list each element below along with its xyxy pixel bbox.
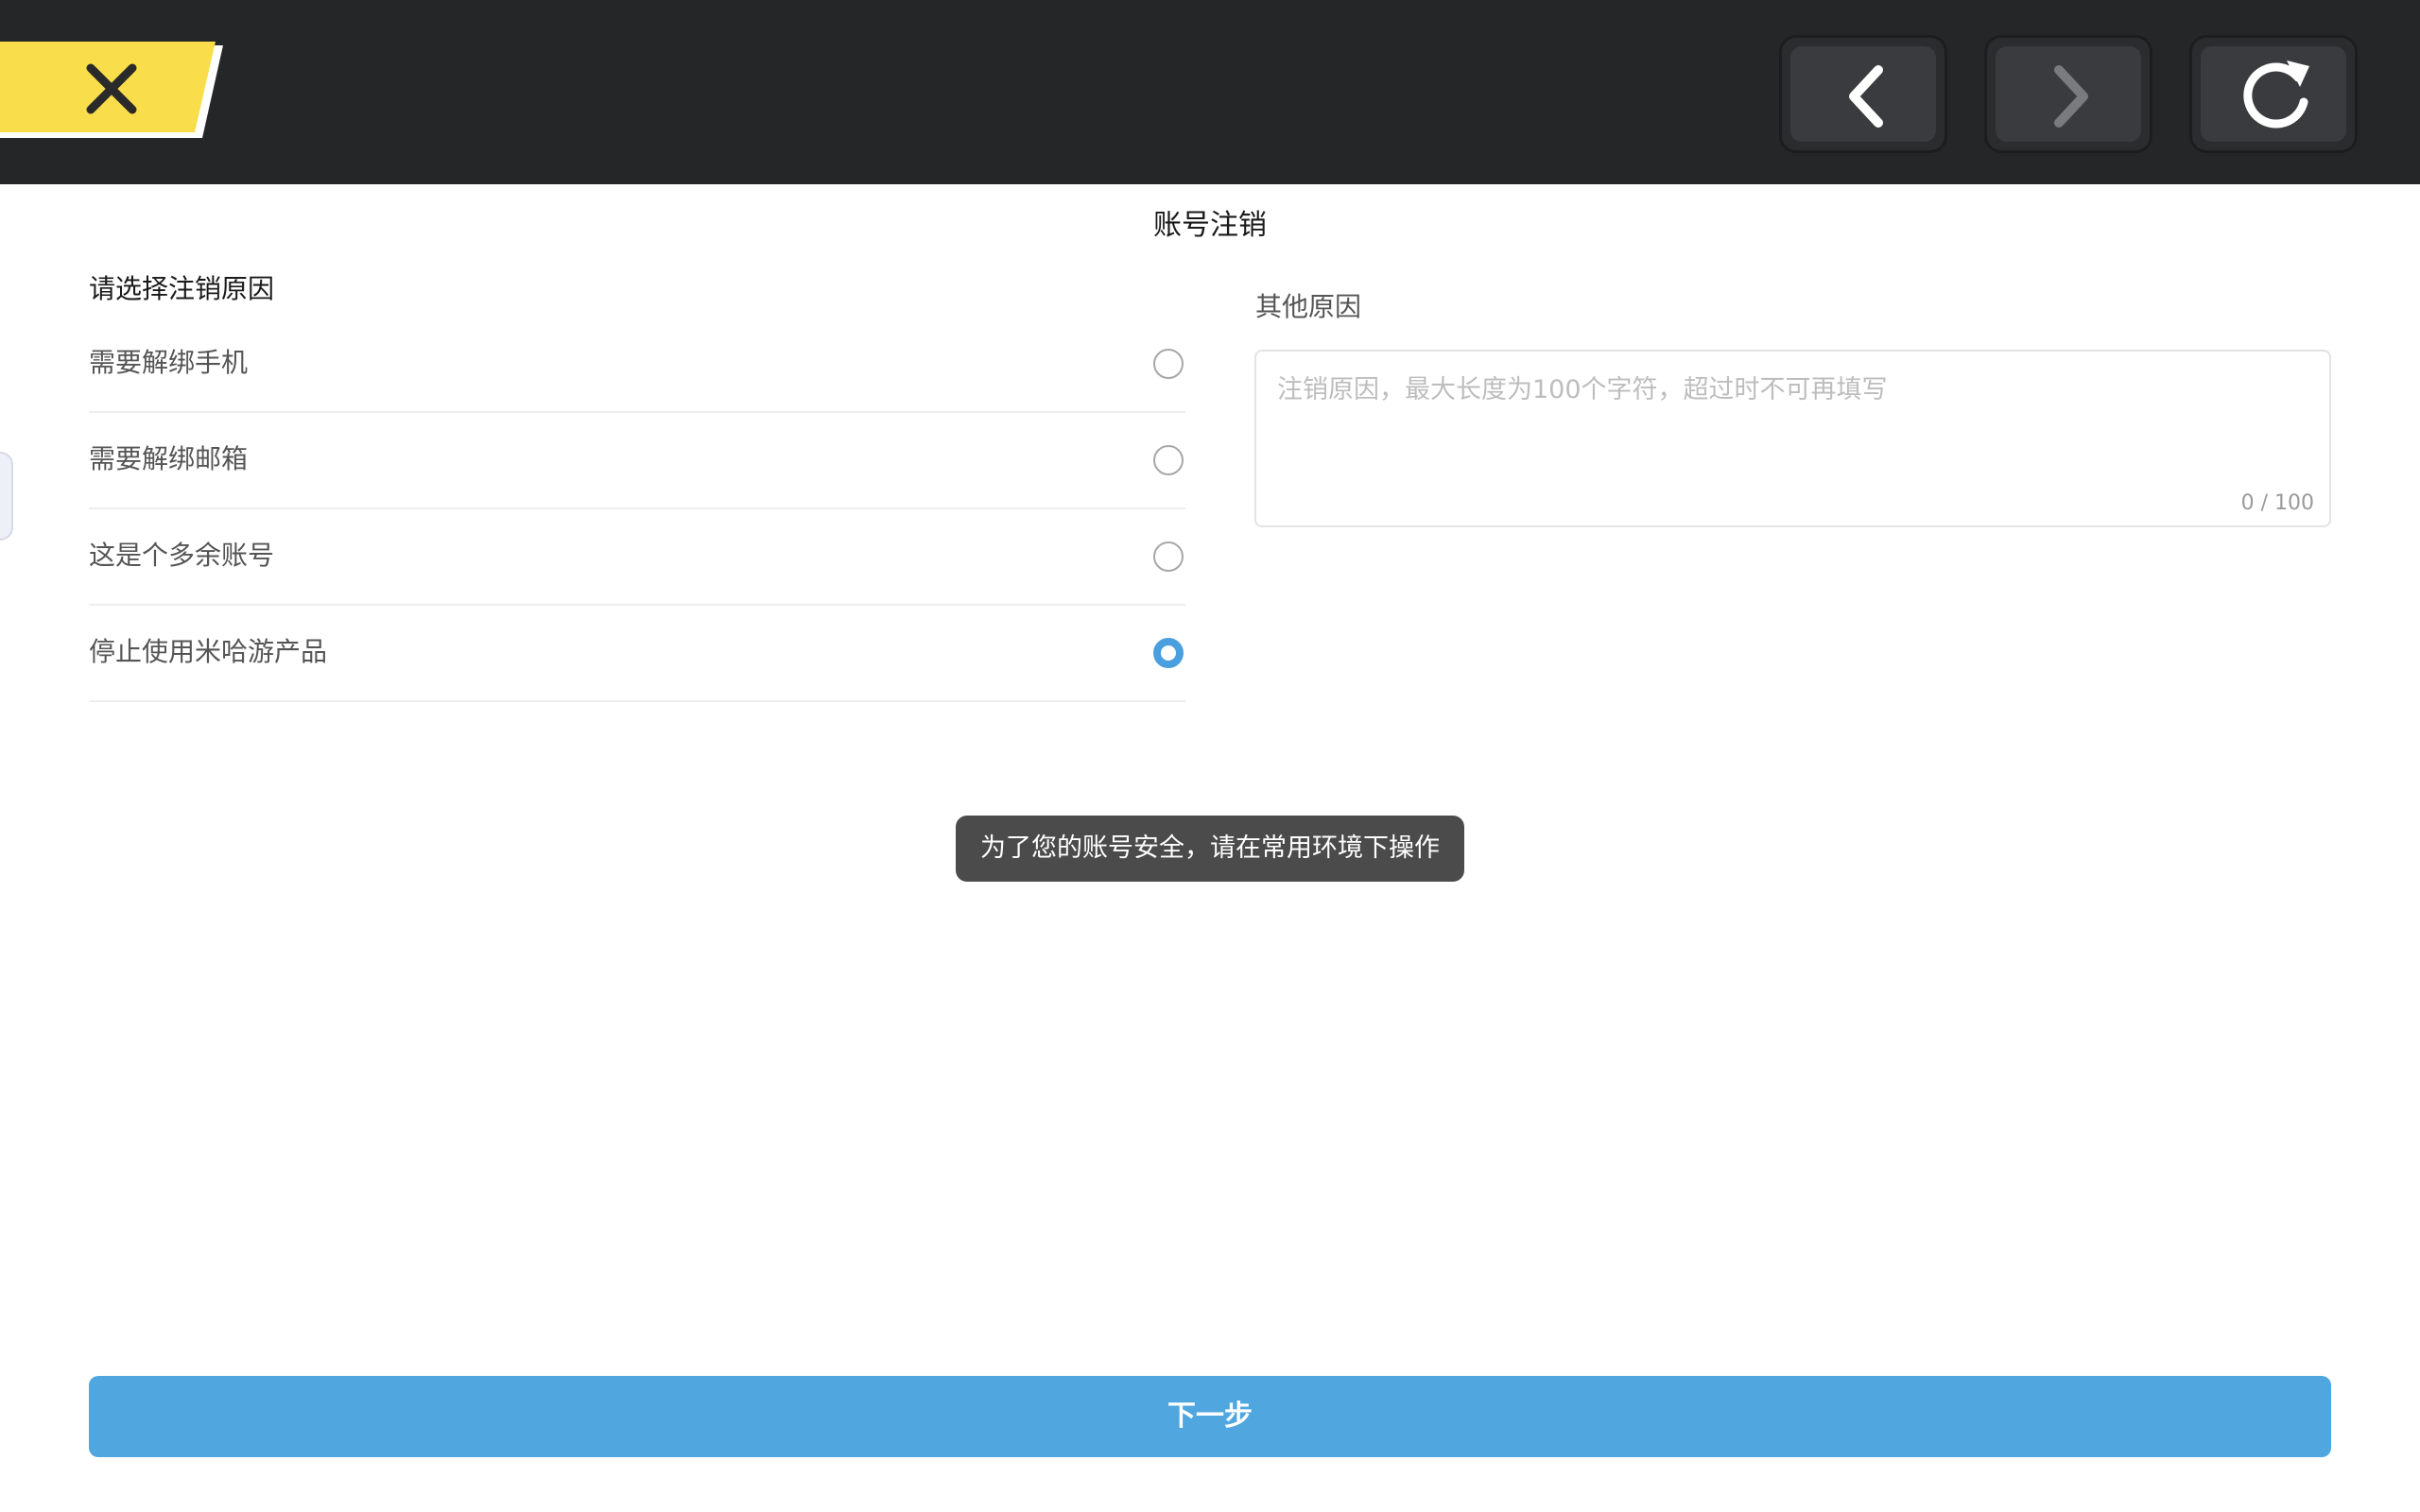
forward-button[interactable] [1984,35,2152,153]
radio-button-selected[interactable] [1153,638,1184,668]
toast-message: 为了您的账号安全，请在常用环境下操作 [956,816,1464,882]
close-icon [0,42,223,138]
side-drawer-handle[interactable] [0,452,13,541]
other-reason-box: 0 / 100 [1254,350,2331,527]
char-counter: 0 / 100 [2240,491,2314,515]
top-toolbar [0,0,2420,184]
other-reason-label: 其他原因 [1255,291,1362,322]
reason-option-extra-account[interactable]: 这是个多余账号 [89,509,1185,606]
reason-label: 停止使用米哈游产品 [89,636,328,667]
reason-label: 需要解绑手机 [89,347,249,378]
reason-option-unbind-phone[interactable]: 需要解绑手机 [89,317,1185,413]
next-step-button[interactable]: 下一步 [89,1376,2331,1457]
radio-button[interactable] [1153,445,1184,475]
radio-button[interactable] [1153,349,1184,379]
reason-list: 需要解绑手机 需要解绑邮箱 这是个多余账号 停止使用米哈游产品 [89,317,1185,702]
reason-option-stop-using[interactable]: 停止使用米哈游产品 [89,606,1185,702]
close-button[interactable] [0,42,227,140]
back-button[interactable] [1779,35,1947,153]
reason-section-label: 请选择注销原因 [89,273,275,304]
reason-option-unbind-email[interactable]: 需要解绑邮箱 [89,413,1185,509]
refresh-icon [2243,60,2309,129]
other-reason-textarea[interactable] [1277,369,2308,482]
reason-label: 这是个多余账号 [89,540,275,571]
radio-button[interactable] [1153,541,1184,572]
refresh-button[interactable] [2189,35,2358,153]
chevron-left-icon [1849,65,1883,128]
reason-label: 需要解绑邮箱 [89,443,249,474]
page-title: 账号注销 [1153,209,1267,242]
chevron-right-icon [2054,65,2088,128]
